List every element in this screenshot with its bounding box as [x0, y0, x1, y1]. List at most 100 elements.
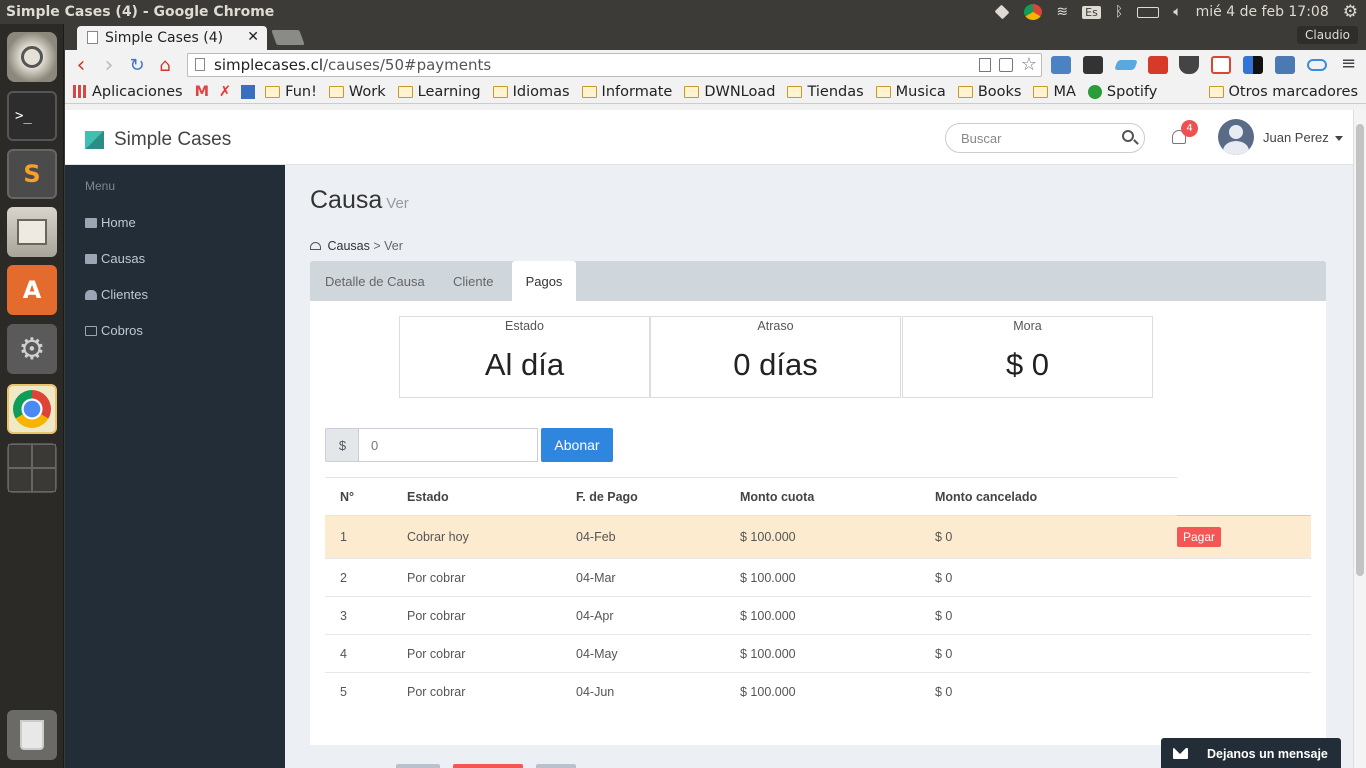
brand-logo[interactable]: Simple Cases: [85, 129, 231, 151]
gmail-bookmark-icon[interactable]: M: [195, 84, 209, 100]
page-scrollbar[interactable]: [1353, 110, 1366, 768]
printer-extension-icon[interactable]: [1275, 56, 1295, 74]
bookmark-folder[interactable]: Fun!: [265, 84, 317, 100]
translate-icon[interactable]: [999, 58, 1013, 72]
page-icon: [195, 58, 205, 71]
workspace-switcher-icon[interactable]: [7, 443, 57, 493]
notification-badge: 4: [1181, 120, 1198, 137]
column-header: Monto cancelado: [935, 477, 1177, 516]
search-icon[interactable]: [1122, 130, 1134, 142]
battery-icon[interactable]: [1137, 6, 1160, 18]
bookmark-folder[interactable]: Musica: [875, 84, 946, 100]
chrome-menu-icon[interactable]: ≡: [1341, 53, 1356, 74]
trash-icon[interactable]: [7, 710, 57, 760]
cross-extension-icon[interactable]: [1211, 56, 1231, 74]
currency-addon: $: [325, 428, 359, 462]
folder-icon: [265, 85, 281, 98]
t-extension-icon[interactable]: [1148, 56, 1168, 74]
envelope-icon: [1173, 748, 1188, 759]
keyboard-layout-indicator[interactable]: Es: [1082, 5, 1101, 19]
tab-detalle[interactable]: Detalle de Causa: [310, 261, 440, 301]
kindle-extension-icon[interactable]: [1083, 56, 1103, 74]
bookmark-folder[interactable]: Idiomas: [492, 84, 570, 100]
page-subtitle: Ver: [386, 195, 409, 212]
bookmark-folder[interactable]: Tiendas: [787, 84, 864, 100]
chart-bookmark-icon[interactable]: [241, 84, 256, 99]
table-header-row: N° Estado F. de Pago Monto cuota Monto c…: [325, 477, 1311, 516]
sidebar-item-causas[interactable]: Causas: [85, 251, 145, 266]
column-header: Monto cuota: [740, 477, 935, 516]
tab-pagos[interactable]: Pagos: [512, 261, 576, 301]
software-center-icon[interactable]: A: [7, 265, 57, 315]
sidebar-item-cobros[interactable]: Cobros: [85, 323, 143, 338]
sublime-text-icon[interactable]: S: [7, 149, 57, 199]
ubuntu-dash-icon[interactable]: [7, 32, 57, 82]
address-bar[interactable]: simplecases.cl/causes/50#payments ☆: [187, 53, 1042, 77]
folder-icon: [581, 85, 597, 98]
chat-widget[interactable]: Dejanos un mensaje: [1161, 738, 1341, 768]
new-tab-button[interactable]: [271, 30, 305, 45]
money-icon: [85, 325, 97, 336]
logo-icon: [85, 131, 104, 149]
stat-label: Mora: [1013, 319, 1042, 333]
browser-tab[interactable]: Simple Cases (4) ✕: [77, 26, 267, 50]
partial-button[interactable]: [396, 764, 440, 768]
tab-strip: Simple Cases (4) ✕ Claudio: [65, 24, 1366, 50]
files-icon[interactable]: [7, 207, 57, 257]
reload-icon[interactable]: ↻: [123, 55, 151, 76]
system-settings-icon[interactable]: ⚙: [7, 324, 57, 374]
abonar-button[interactable]: Abonar: [541, 428, 613, 462]
dropbox-icon[interactable]: [994, 4, 1010, 20]
sidebar-item-clientes[interactable]: Clientes: [85, 287, 148, 302]
bookmark-folder[interactable]: MA: [1033, 84, 1076, 100]
scrollbar-thumb[interactable]: [1356, 124, 1364, 576]
bookmark-folder[interactable]: Informate: [581, 84, 672, 100]
bookmark-folder[interactable]: Learning: [397, 84, 481, 100]
terminal-icon[interactable]: >_: [7, 91, 57, 141]
home-icon[interactable]: ⌂: [151, 55, 179, 76]
tab-cliente[interactable]: Cliente: [438, 261, 508, 301]
tab-close-icon[interactable]: ✕: [247, 29, 259, 45]
cloud-extension-icon[interactable]: [1307, 59, 1327, 71]
pagar-button[interactable]: Pagar: [1177, 527, 1222, 547]
pocket-extension-icon[interactable]: [1179, 56, 1199, 74]
bookmark-spotify[interactable]: Spotify: [1087, 84, 1157, 100]
bluetooth-icon[interactable]: ᛒ: [1115, 4, 1123, 20]
page-action-icon[interactable]: [979, 58, 991, 72]
user-menu[interactable]: Juan Perez: [1263, 130, 1343, 145]
profile-button[interactable]: Claudio: [1297, 26, 1358, 44]
bookmark-folder[interactable]: Work: [328, 84, 386, 100]
tab-title: Simple Cases (4): [105, 30, 224, 46]
folder-icon: [957, 85, 973, 98]
delicious-extension-icon[interactable]: [1243, 56, 1263, 74]
bookmark-apps[interactable]: Aplicaciones: [73, 84, 183, 100]
translate-extension-icon[interactable]: [1051, 56, 1071, 74]
bookmark-folder[interactable]: DWNLoad: [684, 84, 775, 100]
sidebar-item-home[interactable]: Home: [85, 215, 136, 230]
sidebar: Menu Home Causas Clientes Cobros: [65, 165, 285, 768]
system-indicators: ≋ Es ᛒ 🔈︎ mié 4 de feb 17:08 ⚙: [994, 2, 1366, 22]
back-arrow-icon[interactable]: ‹: [67, 53, 95, 78]
amount-input[interactable]: [358, 428, 538, 462]
avatar[interactable]: [1218, 119, 1254, 155]
table-row: 5 Por cobrar 04-Jun $ 100.000 $ 0: [340, 684, 953, 699]
folder-icon: [787, 85, 803, 98]
bookmark-folder[interactable]: Books: [957, 84, 1021, 100]
partial-button[interactable]: [453, 764, 523, 768]
settings-gear-icon[interactable]: ⚙: [1343, 2, 1358, 22]
partial-button[interactable]: [536, 764, 576, 768]
ubuntu-top-panel: Simple Cases (4) - Google Chrome ≋ Es ᛒ …: [0, 0, 1366, 24]
wifi-icon[interactable]: ≋: [1056, 4, 1068, 20]
clock[interactable]: mié 4 de feb 17:08: [1196, 4, 1329, 20]
chrome-indicator-icon[interactable]: [1024, 4, 1043, 20]
other-bookmarks[interactable]: Otros marcadores: [1208, 84, 1358, 100]
stat-mora: Mora $ 0: [902, 316, 1153, 398]
tweet-extension-icon[interactable]: [1114, 60, 1138, 70]
x-bookmark-icon[interactable]: ✗: [219, 84, 231, 100]
volume-icon[interactable]: 🔈︎: [1173, 4, 1181, 20]
forward-arrow-icon[interactable]: ›: [95, 53, 123, 78]
search-input[interactable]: Buscar: [945, 123, 1145, 153]
chrome-launcher-icon[interactable]: [7, 384, 57, 434]
breadcrumb-causas[interactable]: Causas: [327, 239, 369, 253]
bookmark-star-icon[interactable]: ☆: [1021, 54, 1037, 75]
